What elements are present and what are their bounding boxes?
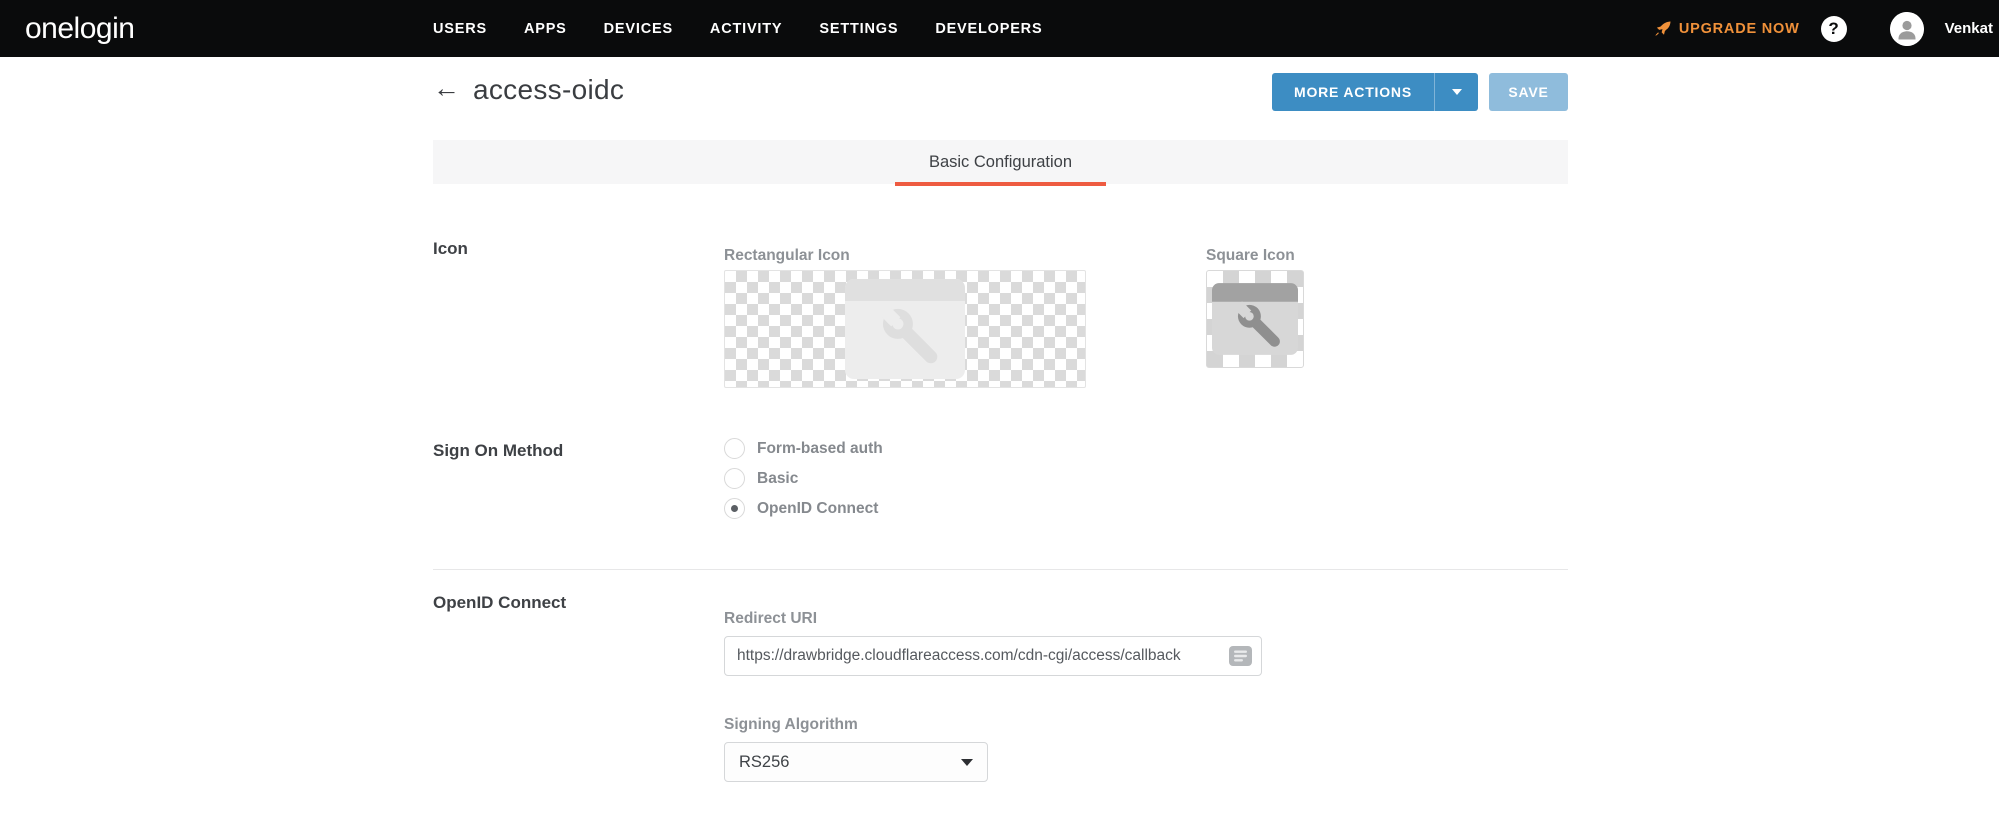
- chevron-down-icon: [1451, 89, 1462, 95]
- sign-on-method-label: Sign On Method: [433, 441, 564, 460]
- page-title-row: ← access-oidc: [433, 74, 624, 106]
- help-icon[interactable]: ?: [1820, 15, 1847, 42]
- section-divider: [433, 569, 1568, 570]
- radio-icon: [724, 438, 745, 459]
- icon-section-label: Icon: [433, 239, 468, 258]
- back-arrow-icon[interactable]: ←: [433, 75, 460, 105]
- redirect-uri-label: Redirect URI: [724, 610, 818, 627]
- more-actions-label: MORE ACTIONS: [1294, 84, 1412, 100]
- signing-algorithm-value: RS256: [739, 752, 790, 771]
- top-navbar: onelogin USERS APPS DEVICES ACTIVITY SET…: [0, 0, 1999, 57]
- navbar-right-group: UPGRADE NOW ? Venkat: [1654, 0, 1993, 57]
- chevron-down-icon: [961, 758, 973, 766]
- help-glyph: ?: [1828, 18, 1839, 38]
- save-button[interactable]: SAVE: [1489, 73, 1568, 111]
- autofill-icon[interactable]: [1229, 646, 1252, 666]
- upgrade-now-label: UPGRADE NOW: [1678, 20, 1800, 37]
- radio-label: Form-based auth: [757, 439, 883, 457]
- nav-item-users[interactable]: USERS: [433, 21, 487, 37]
- rocket-icon: [1654, 20, 1672, 38]
- rectangular-icon-label: Rectangular Icon: [724, 247, 850, 264]
- app-window-wrench-icon: [845, 279, 965, 379]
- more-actions-button[interactable]: MORE ACTIONS: [1272, 73, 1478, 111]
- tab-basic-configuration[interactable]: Basic Configuration: [894, 140, 1107, 186]
- nav-item-developers[interactable]: DEVELOPERS: [935, 21, 1042, 37]
- avatar[interactable]: [1889, 11, 1924, 46]
- openid-connect-section-label: OpenID Connect: [433, 593, 567, 612]
- radio-form-based-auth[interactable]: Form-based auth: [724, 438, 883, 459]
- tab-bar: Basic Configuration: [433, 140, 1568, 186]
- more-actions-caret[interactable]: [1434, 73, 1478, 111]
- onelogin-logo[interactable]: onelogin: [25, 12, 135, 46]
- radio-label: Basic: [757, 469, 799, 487]
- nav-item-settings[interactable]: SETTINGS: [819, 21, 898, 37]
- signing-algorithm-select[interactable]: RS256: [724, 742, 988, 782]
- action-buttons: MORE ACTIONS SAVE: [1272, 73, 1568, 111]
- rectangular-icon-upload[interactable]: [724, 270, 1086, 388]
- radio-label: OpenID Connect: [757, 499, 879, 517]
- square-icon-upload[interactable]: [1206, 270, 1304, 368]
- primary-nav: USERS APPS DEVICES ACTIVITY SETTINGS DEV…: [433, 0, 1042, 57]
- redirect-uri-input[interactable]: [724, 636, 1262, 676]
- nav-item-activity[interactable]: ACTIVITY: [710, 21, 782, 37]
- radio-icon: [724, 468, 745, 489]
- redirect-uri-field-wrap: [724, 636, 1262, 676]
- app-window-wrench-icon: [1212, 278, 1298, 360]
- signing-algorithm-label: Signing Algorithm: [724, 716, 858, 733]
- radio-basic[interactable]: Basic: [724, 468, 883, 489]
- radio-openid-connect[interactable]: OpenID Connect: [724, 498, 883, 519]
- upgrade-now-button[interactable]: UPGRADE NOW: [1654, 20, 1800, 38]
- radio-selected-icon: [724, 498, 745, 519]
- username-label[interactable]: Venkat: [1945, 20, 1993, 37]
- square-icon-label: Square Icon: [1206, 247, 1295, 264]
- page-title: access-oidc: [473, 74, 625, 105]
- nav-item-apps[interactable]: APPS: [524, 21, 567, 37]
- nav-item-devices[interactable]: DEVICES: [604, 21, 673, 37]
- sign-on-method-options: Form-based auth Basic OpenID Connect: [724, 438, 883, 519]
